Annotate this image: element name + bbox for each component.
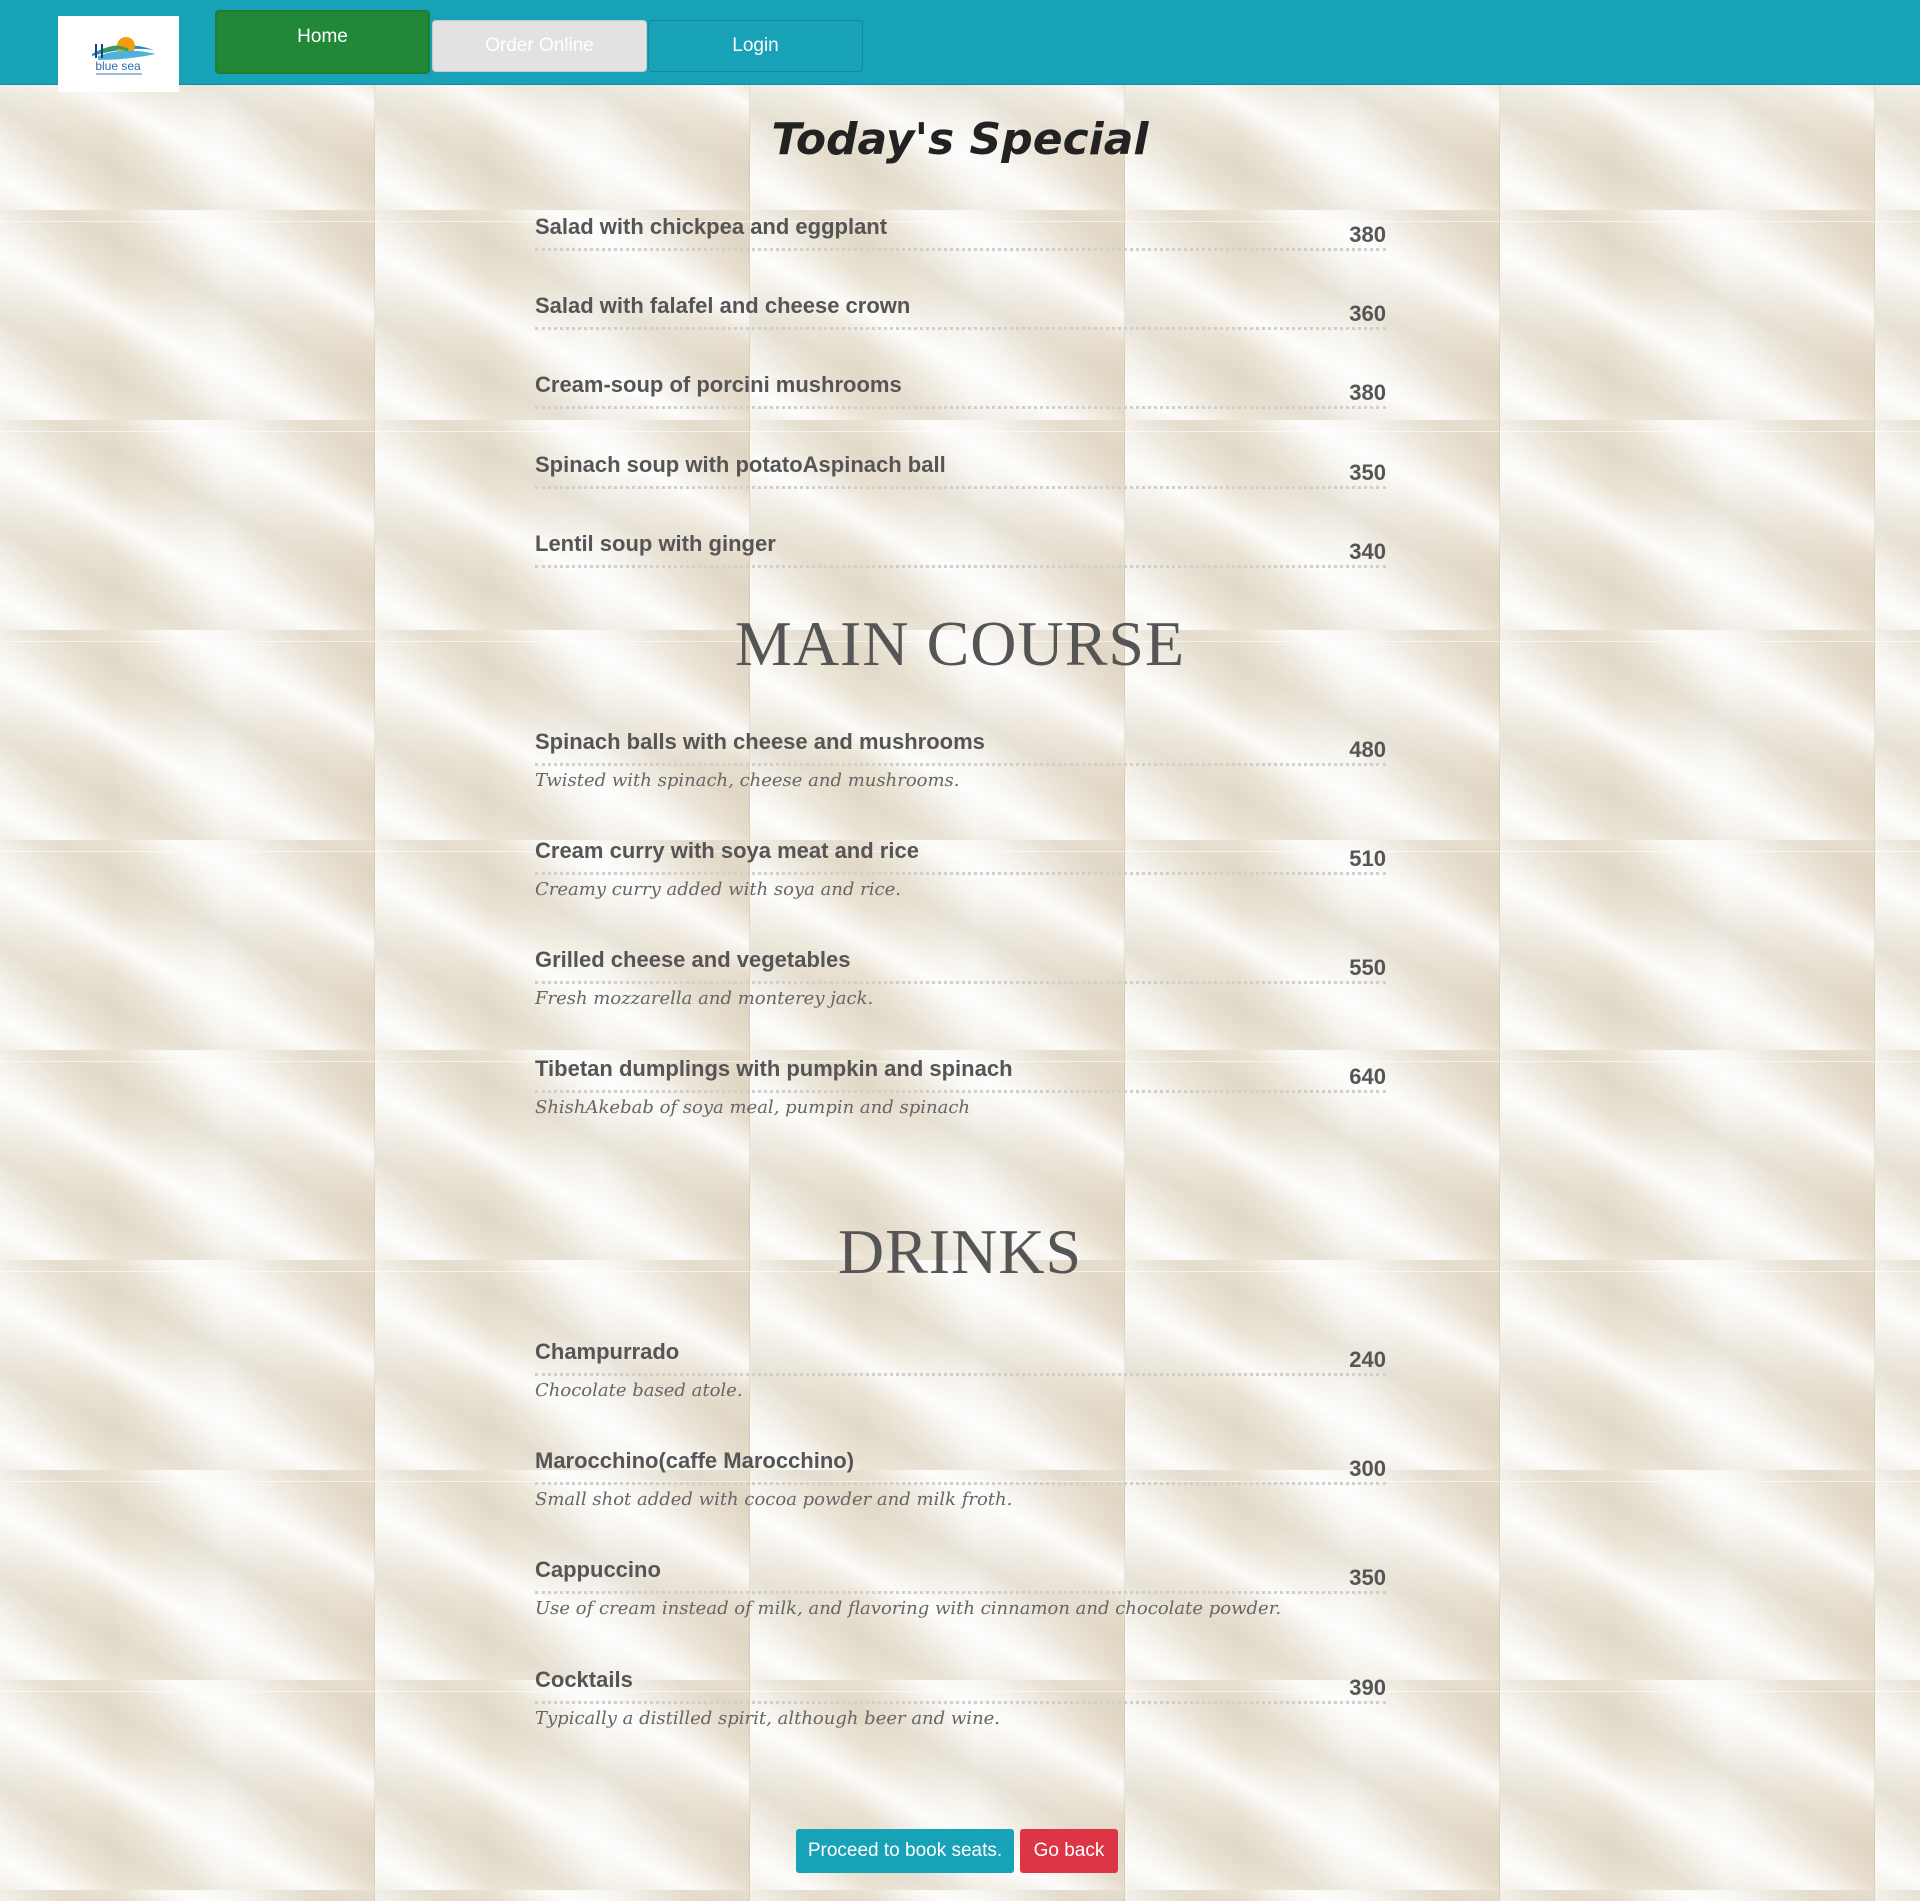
logo[interactable]: blue sea [58, 16, 179, 92]
item-price: 480 [1349, 737, 1386, 762]
menu-item-row: Spinach soup with potatoAspinach ball 35… [535, 452, 1386, 489]
menu-item-row: Spinach balls with cheese and mushrooms … [535, 729, 1386, 766]
item-name: Champurrado [535, 1339, 680, 1364]
nav-home-button[interactable]: Home [215, 10, 430, 74]
item-name: Salad with chickpea and eggplant [535, 214, 888, 239]
menu-item-row: Tibetan dumplings with pumpkin and spina… [535, 1056, 1386, 1093]
item-name: Cream curry with soya meat and rice [535, 838, 919, 863]
item-name: Marocchino(caffe Marocchino) [535, 1448, 855, 1473]
item-description: ShishAkebab of soya meal, pumpin and spi… [535, 1097, 970, 1118]
item-description: Use of cream instead of milk, and flavor… [535, 1598, 1282, 1619]
menu-item: Tibetan dumplings with pumpkin and spina… [535, 1056, 1386, 1118]
menu-item: Salad with chickpea and eggplant 380 [535, 214, 1386, 251]
nav-order-online-button[interactable]: Order Online [432, 20, 647, 72]
specials-heading: Today's Special [771, 114, 1149, 165]
item-description: Fresh mozzarella and monterey jack. [535, 988, 874, 1009]
menu-item: Spinach soup with potatoAspinach ball 35… [535, 452, 1386, 489]
item-description: Small shot added with cocoa powder and m… [535, 1489, 1013, 1510]
item-price: 350 [1349, 1565, 1386, 1590]
item-price: 360 [1349, 301, 1386, 326]
item-price: 390 [1349, 1675, 1386, 1700]
menu-item: Cream-soup of porcini mushrooms 380 [535, 372, 1386, 409]
item-price: 350 [1349, 460, 1386, 485]
go-back-button[interactable]: Go back [1020, 1829, 1118, 1873]
item-name: Tibetan dumplings with pumpkin and spina… [535, 1056, 1013, 1081]
item-price: 240 [1349, 1347, 1386, 1372]
item-price: 510 [1349, 846, 1386, 871]
item-name: Cappuccino [535, 1557, 661, 1582]
svg-text:blue sea: blue sea [95, 59, 141, 73]
item-name: Lentil soup with ginger [535, 531, 776, 556]
item-name: Salad with falafel and cheese crown [535, 293, 911, 318]
menu-item: Spinach balls with cheese and mushrooms … [535, 729, 1386, 791]
item-name: Spinach balls with cheese and mushrooms [535, 729, 985, 754]
item-description: Twisted with spinach, cheese and mushroo… [535, 770, 960, 791]
menu-item: Grilled cheese and vegetables 550 Fresh … [535, 947, 1386, 1009]
menu-item-row: Marocchino(caffe Marocchino) 300 [535, 1448, 1386, 1485]
menu-item-row: Cocktails 390 [535, 1667, 1386, 1704]
item-price: 380 [1349, 380, 1386, 405]
nav-login-button[interactable]: Login [648, 20, 863, 72]
menu-item-row: Salad with chickpea and eggplant 380 [535, 214, 1386, 251]
item-price: 380 [1349, 222, 1386, 247]
drinks-heading: DRINKS [837, 1216, 1083, 1287]
menu-item: Cocktails 390 Typically a distilled spir… [535, 1667, 1386, 1729]
menu-item: Champurrado 240 Chocolate based atole. [535, 1339, 1386, 1401]
menu-item-row: Cappuccino 350 [535, 1557, 1386, 1594]
menu-item-row: Cream-soup of porcini mushrooms 380 [535, 372, 1386, 409]
logo-image-icon: blue sea [92, 37, 156, 75]
item-description: Typically a distilled spirit, although b… [535, 1708, 1001, 1729]
item-description: Chocolate based atole. [535, 1380, 743, 1401]
item-description: Creamy curry added with soya and rice. [535, 879, 901, 900]
menu-item-row: Champurrado 240 [535, 1339, 1386, 1376]
item-name: Cocktails [535, 1667, 633, 1692]
item-name: Spinach soup with potatoAspinach ball [535, 452, 946, 477]
item-name: Cream-soup of porcini mushrooms [535, 372, 902, 397]
menu-item-row: Lentil soup with ginger 340 [535, 531, 1386, 568]
menu-item: Lentil soup with ginger 340 [535, 531, 1386, 568]
navbar: blue sea Home Order Online Login [0, 0, 1920, 92]
menu-item: Cream curry with soya meat and rice 510 … [535, 838, 1386, 900]
book-seats-button[interactable]: Proceed to book seats. [796, 1829, 1014, 1873]
menu-item: Marocchino(caffe Marocchino) 300 Small s… [535, 1448, 1386, 1510]
item-price: 640 [1349, 1064, 1386, 1089]
menu-item-row: Cream curry with soya meat and rice 510 [535, 838, 1386, 875]
item-price: 550 [1349, 955, 1386, 980]
menu-item-row: Grilled cheese and vegetables 550 [535, 947, 1386, 984]
item-name: Grilled cheese and vegetables [535, 947, 851, 972]
menu-item-row: Salad with falafel and cheese crown 360 [535, 293, 1386, 330]
main-course-heading: MAIN COURSE [734, 608, 1186, 679]
item-price: 300 [1349, 1456, 1386, 1481]
menu-item: Cappuccino 350 Use of cream instead of m… [535, 1557, 1386, 1619]
item-price: 340 [1349, 539, 1386, 564]
menu-item: Salad with falafel and cheese crown 360 [535, 293, 1386, 330]
